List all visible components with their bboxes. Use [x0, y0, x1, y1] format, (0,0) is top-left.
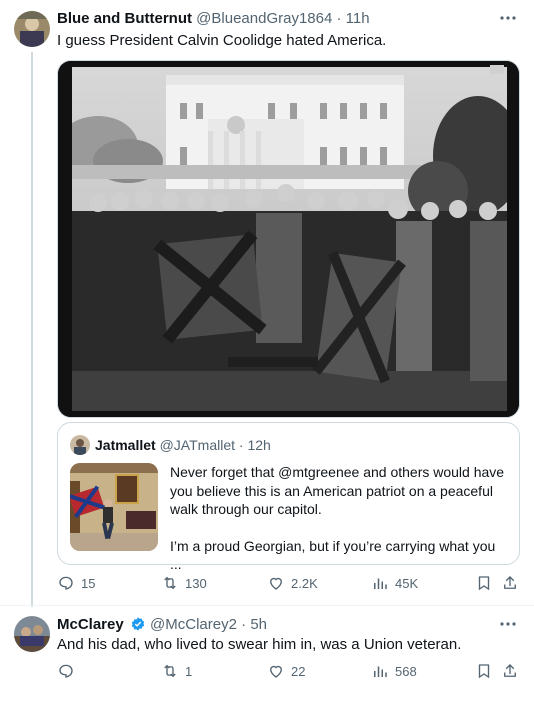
- quoted-tweet-paragraph-1: Never forget that @mtgreenee and others …: [170, 464, 505, 517]
- tweet-1-text: I guess President Calvin Coolidge hated …: [57, 32, 387, 49]
- author-handle[interactable]: @McClarey2: [150, 616, 237, 633]
- like-count: 22: [291, 663, 306, 679]
- views-button[interactable]: 568: [371, 662, 417, 680]
- separator-dot: ·: [241, 616, 247, 633]
- tweet-2[interactable]: McClarey @McClarey2 · 5h And his dad, wh…: [0, 606, 534, 701]
- tweet-2-text: And his dad, who lived to swear him in, …: [57, 636, 462, 653]
- quoted-tweet-text: Never forget that @mtgreenee and others …: [170, 463, 510, 574]
- separator-dot: ·: [336, 10, 342, 27]
- quoted-tweet-header: Jatmallet @JATmallet · 12h: [95, 437, 271, 453]
- heart-icon: [270, 665, 282, 678]
- share-button[interactable]: [501, 662, 519, 680]
- more-icon[interactable]: [498, 8, 518, 28]
- bookmark-icon: [478, 576, 490, 591]
- more-icon[interactable]: [498, 614, 518, 634]
- author-name[interactable]: McClarey: [57, 616, 124, 633]
- post-time[interactable]: 11h: [346, 10, 370, 27]
- reply-icon: [59, 664, 73, 678]
- tweet-1-actions: 15 130 2.2K 45K: [57, 574, 520, 596]
- bookmark-button[interactable]: [475, 662, 493, 680]
- repost-count: 130: [185, 575, 207, 591]
- heart-icon: [270, 577, 282, 590]
- bookmark-icon: [478, 664, 490, 679]
- quoted-author-name: Jatmallet: [95, 437, 156, 453]
- tweet-2-header: McClarey @McClarey2 · 5h: [57, 616, 267, 633]
- tweet-1-photo[interactable]: [57, 60, 520, 418]
- like-button[interactable]: 22: [267, 662, 305, 680]
- share-button[interactable]: [501, 574, 519, 592]
- quoted-tweet-thumbnail: [70, 463, 158, 551]
- tweet-2-avatar[interactable]: [14, 616, 50, 652]
- verified-badge-icon: [131, 617, 145, 631]
- reply-button[interactable]: 15: [57, 574, 95, 592]
- author-name[interactable]: Blue and Butternut: [57, 10, 192, 27]
- tweet-1-avatar[interactable]: [14, 11, 50, 47]
- repost-button[interactable]: 130: [161, 574, 207, 592]
- quoted-tweet-paragraph-2: I’m a proud Georgian, but if you’re carr…: [170, 537, 496, 573]
- repost-icon: [164, 664, 176, 678]
- views-icon: [374, 578, 387, 589]
- views-count: 45K: [395, 575, 419, 591]
- tweet-1[interactable]: Blue and Butternut @BlueandGray1864 · 11…: [0, 0, 534, 605]
- repost-icon: [164, 576, 176, 590]
- views-button[interactable]: 45K: [371, 574, 418, 592]
- repost-button[interactable]: 1: [161, 662, 192, 680]
- bookmark-button[interactable]: [475, 574, 493, 592]
- views-icon: [374, 666, 387, 677]
- views-count: 568: [395, 663, 417, 679]
- quoted-author-handle: @JATmallet: [159, 437, 236, 453]
- reply-button[interactable]: [57, 662, 81, 680]
- tweet-1-header: Blue and Butternut @BlueandGray1864 · 11…: [57, 10, 370, 27]
- reply-icon: [59, 576, 73, 590]
- quoted-post-time: 12h: [247, 437, 271, 453]
- tweet-2-actions: 1 22 568: [57, 662, 520, 684]
- share-icon: [504, 664, 516, 677]
- like-count: 2.2K: [291, 575, 318, 591]
- repost-count: 1: [185, 663, 193, 679]
- quoted-author-avatar: [70, 435, 90, 455]
- post-time[interactable]: 5h: [250, 616, 267, 633]
- share-icon: [504, 576, 516, 589]
- reply-count: 15: [81, 575, 96, 591]
- like-button[interactable]: 2.2K: [267, 574, 318, 592]
- separator-dot: ·: [238, 437, 244, 453]
- quoted-tweet[interactable]: Jatmallet @JATmallet · 12h Never forget …: [57, 422, 520, 572]
- author-handle[interactable]: @BlueandGray1864: [196, 10, 332, 27]
